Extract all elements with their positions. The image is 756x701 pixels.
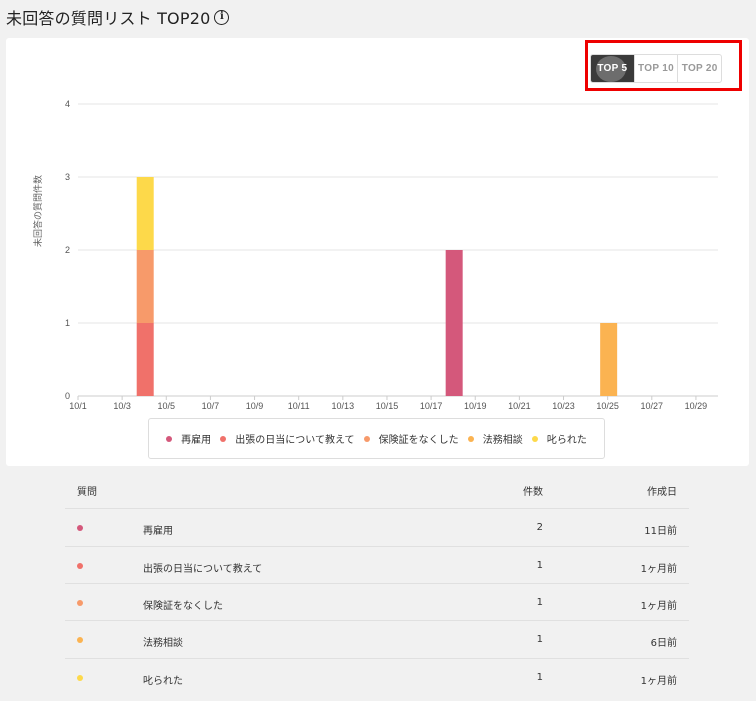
row-created: 1ヶ月前 [640, 676, 677, 687]
top-n-toggle: TOP 5 TOP 10 TOP 20 [590, 54, 722, 83]
legend-dot [363, 435, 370, 442]
bar-segment [136, 177, 154, 250]
x-tick-label: 10/15 [376, 401, 399, 411]
row-count: 1 [536, 634, 543, 645]
legend-item[interactable]: 出張の日当について教えて [220, 431, 354, 446]
row-question: 再雇用 [143, 526, 173, 537]
y-tick-label: 1 [65, 318, 70, 328]
row-created: 6日前 [650, 638, 677, 649]
row-count: 1 [536, 672, 543, 683]
table-row[interactable]: 叱られた 1 1ヶ月前 [65, 658, 689, 696]
table-header: 質問 件数 作成日 [43, 468, 711, 508]
legend-dot [467, 435, 474, 442]
toggle-top20[interactable]: TOP 20 [677, 55, 721, 82]
y-tick-label: 2 [65, 245, 70, 255]
x-tick-label: 10/29 [685, 401, 708, 411]
row-color-dot [77, 525, 83, 531]
legend-item[interactable]: 叱られた [531, 431, 587, 446]
legend-label: 出張の日当について教えて [235, 435, 355, 446]
table-row[interactable]: 再雇用 2 11日前 [65, 508, 689, 546]
table-row[interactable]: 法務相談 1 6日前 [65, 620, 689, 658]
bar-segment [136, 250, 154, 323]
x-tick-label: 10/9 [246, 401, 264, 411]
x-tick-label: 10/25 [596, 401, 619, 411]
x-tick-label: 10/5 [158, 401, 176, 411]
toggle-top10[interactable]: TOP 10 [633, 55, 678, 82]
legend-label: 叱られた [546, 435, 587, 446]
legend-item[interactable]: 再雇用 [166, 431, 211, 446]
legend-item[interactable]: 法務相談 [467, 431, 523, 446]
legend-item[interactable]: 保険証をなくした [363, 431, 459, 446]
row-count: 1 [536, 560, 543, 571]
row-color-dot [77, 563, 83, 569]
x-tick-label: 10/27 [641, 401, 664, 411]
row-created: 1ヶ月前 [640, 564, 677, 575]
row-question: 叱られた [143, 676, 183, 687]
x-tick-label: 10/21 [508, 401, 531, 411]
header-question: 質問 [77, 487, 97, 498]
x-tick-label: 10/23 [552, 401, 575, 411]
legend-label: 保険証をなくした [378, 435, 459, 446]
bar-segment [136, 323, 154, 396]
x-tick-label: 10/13 [332, 401, 355, 411]
row-created: 1ヶ月前 [640, 601, 677, 612]
y-tick-label: 0 [65, 391, 70, 401]
table-row[interactable]: 保険証をなくした 1 1ヶ月前 [65, 583, 689, 621]
x-tick-label: 10/19 [464, 401, 487, 411]
row-color-dot [77, 637, 83, 643]
legend-dot [531, 435, 538, 442]
header-created: 作成日 [647, 487, 677, 498]
legend-label: 法務相談 [482, 435, 523, 446]
bar-segment [600, 323, 618, 396]
bar-segment [445, 250, 463, 396]
y-tick-label: 4 [65, 99, 70, 109]
question-table: 質問 件数 作成日 再雇用 2 11日前 出張の日当について教えて 1 1ヶ月前… [43, 468, 711, 695]
row-question: 保険証をなくした [143, 601, 223, 612]
legend-dot [220, 435, 227, 442]
x-tick-label: 10/7 [202, 401, 220, 411]
x-tick-label: 10/3 [113, 401, 131, 411]
row-question: 出張の日当について教えて [143, 564, 263, 575]
legend-dot [166, 435, 173, 442]
y-axis-label: 未回答の質問件数 [32, 175, 44, 247]
row-created: 11日前 [644, 526, 677, 537]
x-tick-label: 10/1 [69, 401, 87, 411]
header-count: 件数 [523, 487, 543, 498]
row-count: 2 [536, 522, 543, 533]
y-tick-label: 3 [65, 172, 70, 182]
row-question: 法務相談 [143, 638, 183, 649]
row-color-dot [77, 600, 83, 606]
row-count: 1 [536, 597, 543, 608]
legend-label: 再雇用 [181, 435, 212, 446]
row-color-dot [77, 675, 83, 681]
table-row[interactable]: 出張の日当について教えて 1 1ヶ月前 [65, 546, 689, 584]
x-tick-label: 10/11 [288, 401, 310, 411]
x-tick-label: 10/17 [420, 401, 443, 411]
chart-legend: 再雇用 出張の日当について教えて 保険証をなくした 法務相談 叱られた [148, 418, 605, 459]
toggle-top5[interactable]: TOP 5 [591, 55, 634, 82]
